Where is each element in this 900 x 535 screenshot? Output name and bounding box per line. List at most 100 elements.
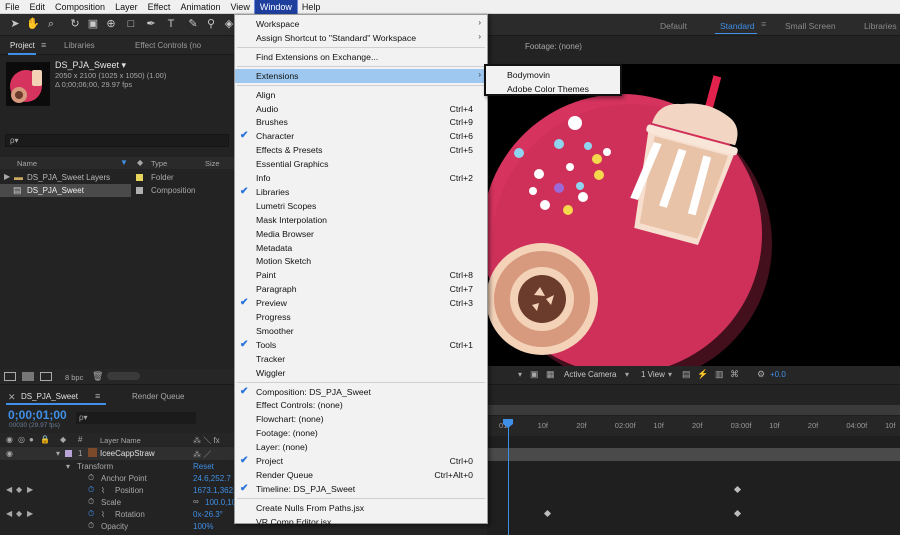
menu-item-flowchart-none[interactable]: Flowchart: (none) bbox=[235, 412, 487, 426]
playhead-line[interactable] bbox=[508, 419, 509, 535]
project-scrollbar[interactable] bbox=[107, 372, 140, 380]
column-type[interactable]: Type bbox=[151, 159, 167, 168]
menu-item-paragraph[interactable]: Paragraph Ctrl+7 bbox=[235, 282, 487, 296]
stopwatch-icon[interactable]: ⏱ bbox=[88, 509, 94, 519]
menu-item-effect-controls-none[interactable]: Effect Controls: (none) bbox=[235, 398, 487, 412]
tab-libraries[interactable]: Libraries bbox=[64, 41, 95, 50]
menu-animation[interactable]: Animation bbox=[175, 0, 225, 14]
number-column-icon[interactable]: # bbox=[78, 435, 82, 444]
menu-composition[interactable]: Composition bbox=[50, 0, 110, 14]
interpret-footage-icon[interactable] bbox=[4, 372, 16, 381]
stopwatch-icon[interactable]: ⏱ bbox=[88, 521, 94, 531]
property-value[interactable]: 24.6,252.7 bbox=[193, 474, 231, 483]
menu-item-preview[interactable]: ✔ Preview Ctrl+3 bbox=[235, 296, 487, 310]
visibility-eye-icon[interactable]: ◉ bbox=[6, 449, 13, 458]
label-color-swatch[interactable] bbox=[136, 174, 143, 181]
menu-item-assign-shortcut-to-standard-workspace[interactable]: Assign Shortcut to "Standard" Workspace › bbox=[235, 31, 487, 45]
menu-item-bodymovin[interactable]: Bodymovin bbox=[486, 68, 620, 82]
menu-item-essential-graphics[interactable]: Essential Graphics bbox=[235, 157, 487, 171]
menu-item-workspace[interactable]: Workspace › bbox=[235, 17, 487, 31]
menu-item-progress[interactable]: Progress bbox=[235, 310, 487, 324]
hand-tool-icon[interactable]: ✋ bbox=[26, 17, 40, 31]
stopwatch-icon[interactable]: ⏱ bbox=[88, 485, 94, 495]
add-keyframe-icon[interactable]: ◆ bbox=[16, 485, 22, 494]
tab-render-queue[interactable]: Render Queue bbox=[132, 392, 184, 401]
menu-item-smoother[interactable]: Smoother bbox=[235, 324, 487, 338]
menu-view[interactable]: View bbox=[225, 0, 254, 14]
transparency-grid-icon[interactable]: ▦ bbox=[546, 369, 555, 380]
project-item-comp[interactable]: ▤ DS_PJA_Sweet bbox=[0, 184, 131, 197]
timeline-search-input[interactable]: ρ▾ bbox=[76, 412, 196, 424]
graph-icon[interactable]: ⌇ bbox=[101, 510, 105, 519]
menu-item-timeline-ds-pja-sweet[interactable]: ✔ Timeline: DS_PJA_Sweet bbox=[235, 482, 487, 496]
workspace-small-screen[interactable]: Small Screen bbox=[785, 21, 836, 31]
dropdown-arrow-icon[interactable]: ▾ bbox=[518, 370, 522, 379]
label-color-swatch[interactable] bbox=[136, 187, 143, 194]
menu-item-extensions[interactable]: Extensions › bbox=[235, 68, 487, 83]
column-size[interactable]: Size bbox=[205, 159, 220, 168]
workspace-standard[interactable]: Standard bbox=[720, 21, 755, 31]
menu-help[interactable]: Help bbox=[297, 0, 326, 14]
menu-item-mask-interpolation[interactable]: Mask Interpolation bbox=[235, 213, 487, 227]
menu-item-info[interactable]: Info Ctrl+2 bbox=[235, 171, 487, 185]
graph-icon[interactable]: ⌇ bbox=[101, 486, 105, 495]
panel-menu-icon[interactable]: ≡ bbox=[41, 40, 46, 50]
next-keyframe-icon[interactable]: ▶ bbox=[27, 509, 33, 518]
reset-link[interactable]: Reset bbox=[193, 462, 214, 471]
work-area-bar[interactable] bbox=[487, 405, 900, 415]
menu-item-tracker[interactable]: Tracker bbox=[235, 352, 487, 366]
layer-duration-bar[interactable] bbox=[487, 448, 900, 461]
workspace-default[interactable]: Default bbox=[660, 21, 687, 31]
layer-name-header[interactable]: Layer Name bbox=[100, 436, 141, 445]
menu-file[interactable]: File bbox=[0, 0, 25, 14]
new-composition-icon[interactable] bbox=[40, 372, 52, 381]
menu-item-wiggler[interactable]: Wiggler bbox=[235, 366, 487, 380]
menu-item-create-nulls-from-paths-jsx[interactable]: Create Nulls From Paths.jsx bbox=[235, 501, 487, 515]
collapse-arrow-icon[interactable]: ▾ bbox=[66, 462, 70, 471]
menu-item-character[interactable]: ✔ Character Ctrl+6 bbox=[235, 129, 487, 143]
camera-dropdown[interactable]: Active Camera bbox=[564, 370, 616, 379]
menu-item-footage-none[interactable]: Footage: (none) bbox=[235, 426, 487, 440]
fast-previews-icon[interactable]: ⚡ bbox=[697, 369, 708, 380]
timecode-display[interactable]: 0;00;01;00 bbox=[8, 408, 67, 422]
lock-icon[interactable]: 🔒 bbox=[40, 435, 50, 444]
project-item-folder[interactable]: ▶ ▬ DS_PJA_Sweet Layers Folder bbox=[0, 171, 235, 184]
footage-tab[interactable]: Footage: (none) bbox=[525, 42, 582, 51]
label-color-swatch[interactable] bbox=[65, 450, 72, 457]
menu-item-project[interactable]: ✔ Project Ctrl+0 bbox=[235, 454, 487, 468]
layer-name[interactable]: IceeCappStraw bbox=[100, 449, 155, 458]
exposure-value[interactable]: +0.0 bbox=[770, 370, 786, 379]
time-ruler[interactable]: 01f 10f 20f 02:00f 10f 20f 03:00f 10f 20f 04:00f 1… bbox=[487, 416, 900, 436]
collapse-arrow-icon[interactable]: ▾ bbox=[56, 449, 60, 458]
menu-item-brushes[interactable]: Brushes Ctrl+9 bbox=[235, 115, 487, 129]
menu-item-align[interactable]: Align bbox=[235, 88, 487, 102]
timeline-icon[interactable]: ▥ bbox=[715, 369, 724, 380]
project-search-input[interactable]: ρ▾ bbox=[5, 134, 229, 147]
camera-tool-icon[interactable]: ▣ bbox=[86, 17, 100, 31]
menu-item-effects-presets[interactable]: Effects & Presets Ctrl+5 bbox=[235, 143, 487, 157]
menu-item-media-browser[interactable]: Media Browser bbox=[235, 227, 487, 241]
keyframe-marker[interactable] bbox=[733, 485, 742, 494]
menu-window[interactable]: Window bbox=[253, 0, 298, 15]
dropdown-arrow-icon[interactable]: ▾ bbox=[625, 370, 629, 379]
menu-layer[interactable]: Layer bbox=[110, 0, 143, 14]
add-keyframe-icon[interactable]: ◆ bbox=[16, 509, 22, 518]
keyframe-marker[interactable] bbox=[543, 509, 552, 518]
menu-item-libraries[interactable]: ✔ Libraries bbox=[235, 185, 487, 199]
trash-icon[interactable]: 🗑 bbox=[92, 371, 103, 382]
prev-keyframe-icon[interactable]: ◀ bbox=[6, 485, 12, 494]
menu-item-vr-comp-editor-jsx[interactable]: VR Comp Editor.jsx bbox=[235, 515, 487, 529]
region-of-interest-icon[interactable]: ▣ bbox=[530, 369, 539, 380]
menu-item-audio[interactable]: Audio Ctrl+4 bbox=[235, 102, 487, 116]
menu-item-tools[interactable]: ✔ Tools Ctrl+1 bbox=[235, 338, 487, 352]
video-switch-icon[interactable]: ◉ bbox=[6, 435, 13, 444]
pan-behind-tool-icon[interactable]: ⊕ bbox=[104, 17, 118, 31]
menu-item-metadata[interactable]: Metadata bbox=[235, 241, 487, 255]
zoom-tool-icon[interactable]: ⌕ bbox=[44, 17, 58, 31]
toggle-pixel-aspect-icon[interactable]: ▤ bbox=[682, 369, 691, 380]
stopwatch-icon[interactable]: ⏱ bbox=[88, 473, 94, 483]
clone-stamp-tool-icon[interactable]: ⚲ bbox=[204, 17, 218, 31]
label-column-icon[interactable]: ◆ bbox=[137, 158, 143, 167]
sort-arrow-icon[interactable]: ▼ bbox=[120, 158, 128, 167]
tab-project[interactable]: Project bbox=[10, 41, 35, 50]
